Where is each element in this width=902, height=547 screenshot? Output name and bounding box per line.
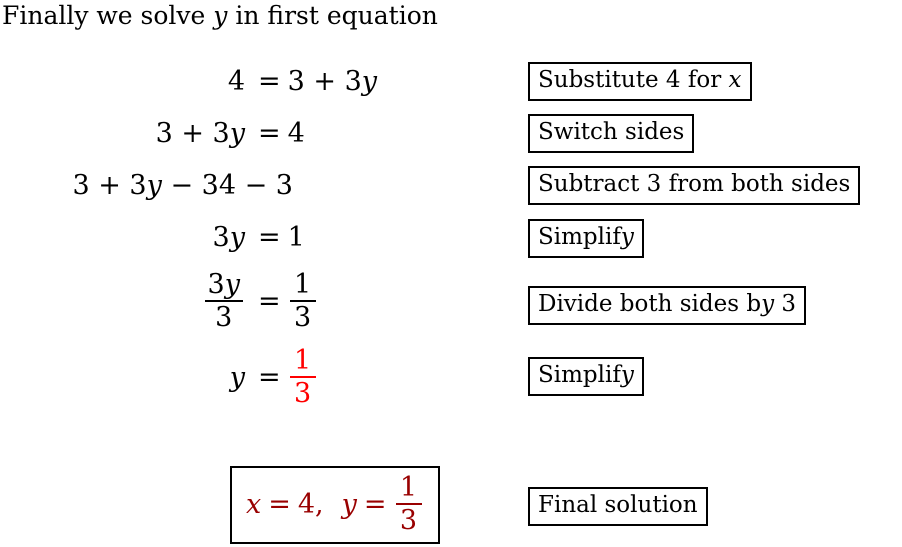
- annotation-text: Divide both sides by 3: [538, 291, 797, 317]
- lhs-expression: 4: [227, 65, 245, 97]
- fraction-highlighted: 1 3: [289, 345, 316, 409]
- annotation-text: Substitute 4 for x: [538, 67, 742, 93]
- final-answer-box: x = 4, y = 1 3: [230, 466, 440, 544]
- rhs-expression: 4: [287, 117, 305, 149]
- lhs-expression: 3 + 3y − 34 − 3: [72, 169, 293, 201]
- equation-row: 3 + 3y = 4: [0, 107, 400, 159]
- final-y-variable: y: [341, 488, 357, 520]
- annotation-switch-sides: Switch sides: [528, 114, 695, 153]
- annotation-text: Final solution: [538, 492, 698, 518]
- page-title-prefix: Finally we solve: [2, 1, 214, 30]
- relation-symbol: =: [258, 361, 281, 393]
- equation-lhs: y: [0, 339, 245, 415]
- relation-symbol: =: [258, 117, 281, 149]
- rhs-expression: 1: [287, 221, 305, 253]
- equation-rhs: = 1 3: [245, 263, 318, 339]
- page-title: Finally we solve y in first equation: [2, 0, 438, 32]
- fraction: 3y 3: [204, 269, 243, 333]
- annotation-subtract: Subtract 3 from both sides: [528, 166, 861, 205]
- equation-rhs: [293, 159, 313, 211]
- fraction-numerator: 3y: [207, 269, 240, 300]
- annotation-text: Subtract 3 from both sides: [538, 171, 851, 197]
- annotation-text: Switch sides: [538, 119, 685, 145]
- page-title-variable: y: [213, 1, 228, 30]
- equation-rhs: = 1: [245, 211, 305, 263]
- page-title-suffix: in first equation: [227, 1, 438, 30]
- relation-symbol: =: [258, 65, 281, 97]
- annotation-text: Simplify: [538, 224, 634, 250]
- equation-row: 3 + 3y − 34 − 3: [0, 159, 400, 211]
- fraction-denominator: 3: [215, 302, 233, 333]
- final-x-variable: x: [246, 488, 262, 520]
- fraction-denominator: 3: [399, 505, 418, 536]
- equation-lhs: 3y 3: [0, 263, 245, 339]
- annotation-final-solution: Final solution: [528, 487, 708, 526]
- fraction-numerator: 1: [294, 345, 312, 376]
- equation-list: 4 = 3 + 3y 3 + 3y = 4 3 + 3y − 34 − 3 3y: [0, 55, 400, 415]
- final-x-relation: =: [268, 488, 291, 520]
- relation-symbol: =: [258, 285, 281, 317]
- fraction: 1 3: [289, 269, 316, 333]
- fraction-numerator: 1: [294, 269, 312, 300]
- equation-rhs: = 1 3: [245, 339, 318, 415]
- annotation-substitute: Substitute 4 for x: [528, 62, 752, 101]
- equation-lhs: 3 + 3y − 34 − 3: [0, 159, 293, 211]
- rhs-expression: 3 + 3y: [287, 65, 378, 97]
- equation-lhs: 4: [0, 55, 245, 107]
- fraction-denominator: 3: [294, 378, 312, 409]
- annotation-divide: Divide both sides by 3: [528, 286, 807, 325]
- lhs-expression: 3 + 3y: [155, 117, 245, 149]
- equation-row: 3y 3 = 1 3: [0, 263, 400, 339]
- equation-row: y = 1 3: [0, 339, 400, 415]
- fraction-numerator: 1: [399, 472, 418, 503]
- lhs-expression: 3y: [212, 221, 245, 253]
- lhs-expression: y: [229, 361, 245, 393]
- final-y-relation: =: [363, 488, 387, 520]
- annotation-simplify-1: Simplify: [528, 219, 644, 258]
- annotation-simplify-2: Simplify: [528, 357, 644, 396]
- relation-symbol: =: [258, 221, 281, 253]
- equation-lhs: 3y: [0, 211, 245, 263]
- equation-rhs: = 3 + 3y: [245, 55, 377, 107]
- equation-row: 3y = 1: [0, 211, 400, 263]
- final-y-fraction: 1 3: [395, 472, 422, 536]
- final-x-value: 4,: [297, 488, 324, 520]
- equation-row: 4 = 3 + 3y: [0, 55, 400, 107]
- equation-lhs: 3 + 3y: [0, 107, 245, 159]
- fraction-denominator: 3: [294, 302, 312, 333]
- equation-rhs: = 4: [245, 107, 305, 159]
- annotation-text: Simplify: [538, 362, 634, 388]
